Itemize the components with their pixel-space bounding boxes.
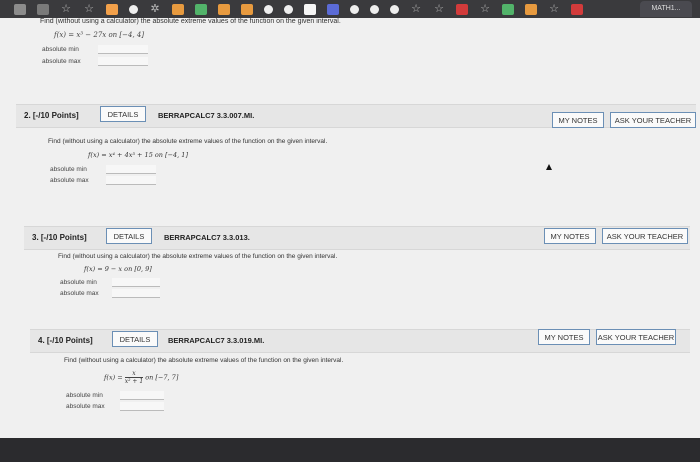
q4-instruction: Find (without using a calculator) the ab…	[64, 357, 344, 364]
green-icon[interactable]	[502, 3, 514, 15]
q4-fraction-denominator: x² + 1	[124, 378, 144, 385]
q2-abs-max-input[interactable]	[106, 176, 156, 185]
camera-icon[interactable]	[129, 4, 138, 14]
active-tab[interactable]: MATH1...	[640, 1, 692, 17]
q4-function: f(x) = x x² + 1 on [−7, 7]	[104, 370, 178, 385]
q2-abs-min-label: absolute min	[50, 166, 87, 173]
q3-details-button[interactable]: DETAILS	[106, 228, 152, 244]
orange-icon[interactable]	[172, 3, 184, 15]
q3-abs-max-label: absolute max	[60, 290, 99, 297]
q3-reference: BERRAPCALC7 3.3.013.	[164, 233, 250, 242]
q4-abs-min-input[interactable]	[120, 391, 164, 400]
q2-instruction: Find (without using a calculator) the ab…	[48, 138, 328, 145]
q4-fraction-numerator: x	[124, 370, 144, 378]
q3-my-notes-button[interactable]: MY NOTES	[544, 228, 596, 244]
q2-my-notes-button[interactable]: MY NOTES	[552, 112, 604, 128]
q3-abs-max-input[interactable]	[112, 289, 160, 298]
q3-abs-min-input[interactable]	[112, 278, 160, 287]
q2-reference: BERRAPCALC7 3.3.007.MI.	[158, 111, 255, 120]
chrome-icon[interactable]	[390, 4, 399, 14]
orange-icon[interactable]	[525, 3, 537, 15]
q2-number: 2. [-/10 Points]	[24, 111, 79, 120]
q4-function-prefix: f(x) =	[104, 373, 123, 382]
chrome-icon[interactable]	[264, 4, 273, 14]
q4-abs-min-label: absolute min	[66, 392, 103, 399]
chrome-icon[interactable]	[350, 4, 359, 14]
star-icon[interactable]: ✲	[149, 3, 161, 15]
q2-ask-teacher-button[interactable]: ASK YOUR TEACHER	[610, 112, 696, 128]
webassign-page: Find (without using a calculator) the ab…	[0, 18, 700, 438]
q4-fraction: x x² + 1	[124, 370, 144, 385]
q4-details-button[interactable]: DETAILS	[112, 331, 158, 347]
q4-abs-max-input[interactable]	[120, 402, 164, 411]
orange-icon[interactable]	[106, 3, 118, 15]
star-icon[interactable]: ☆	[548, 3, 560, 15]
q1-abs-min-label: absolute min	[42, 46, 79, 53]
page-icon[interactable]	[14, 3, 26, 15]
q1-instruction: Find (without using a calculator) the ab…	[40, 18, 341, 25]
white-icon[interactable]	[304, 3, 316, 15]
star-icon[interactable]: ☆	[410, 3, 422, 15]
star-icon[interactable]: ☆	[433, 3, 445, 15]
page-icon[interactable]	[37, 3, 49, 15]
q1-function: f(x) = x³ − 27x on [−4, 4]	[54, 31, 145, 39]
star-icon[interactable]: ☆	[83, 3, 95, 15]
mouse-cursor-icon	[546, 164, 552, 170]
purple-icon[interactable]	[327, 3, 339, 15]
q1-abs-max-input[interactable]	[98, 57, 148, 66]
red-icon[interactable]	[571, 3, 583, 15]
browser-tab-strip: ☆ ☆ ✲ ☆ ☆ ☆ ☆ MATH1...	[0, 0, 700, 18]
orange-icon[interactable]	[241, 3, 253, 15]
q1-abs-min-input[interactable]	[98, 45, 148, 54]
q3-number: 3. [-/10 Points]	[32, 233, 87, 242]
red-icon[interactable]	[456, 3, 468, 15]
q2-abs-max-label: absolute max	[50, 177, 89, 184]
q4-my-notes-button[interactable]: MY NOTES	[538, 329, 590, 345]
q3-ask-teacher-button[interactable]: ASK YOUR TEACHER	[602, 228, 688, 244]
star-icon[interactable]: ☆	[60, 3, 72, 15]
q3-function: f(x) = 9 − x on [0, 9]	[84, 265, 152, 273]
q2-function: f(x) = x⁴ + 4x³ + 15 on [−4, 1]	[88, 151, 188, 159]
laptop-bezel	[0, 438, 700, 462]
chrome-icon[interactable]	[370, 4, 379, 14]
q2-abs-min-input[interactable]	[106, 165, 156, 174]
orange-icon[interactable]	[218, 3, 230, 15]
q4-reference: BERRAPCALC7 3.3.019.MI.	[168, 336, 265, 345]
q2-details-button[interactable]: DETAILS	[100, 106, 146, 122]
chrome-icon[interactable]	[284, 4, 293, 14]
q4-number: 4. [-/10 Points]	[38, 336, 93, 345]
q3-abs-min-label: absolute min	[60, 279, 97, 286]
green-icon[interactable]	[195, 3, 207, 15]
q1-abs-max-label: absolute max	[42, 58, 81, 65]
q3-instruction: Find (without using a calculator) the ab…	[58, 253, 338, 260]
q4-interval: on [−7, 7]	[145, 373, 179, 382]
star-icon[interactable]: ☆	[479, 3, 491, 15]
q4-ask-teacher-button[interactable]: ASK YOUR TEACHER	[596, 329, 676, 345]
q4-abs-max-label: absolute max	[66, 403, 105, 410]
